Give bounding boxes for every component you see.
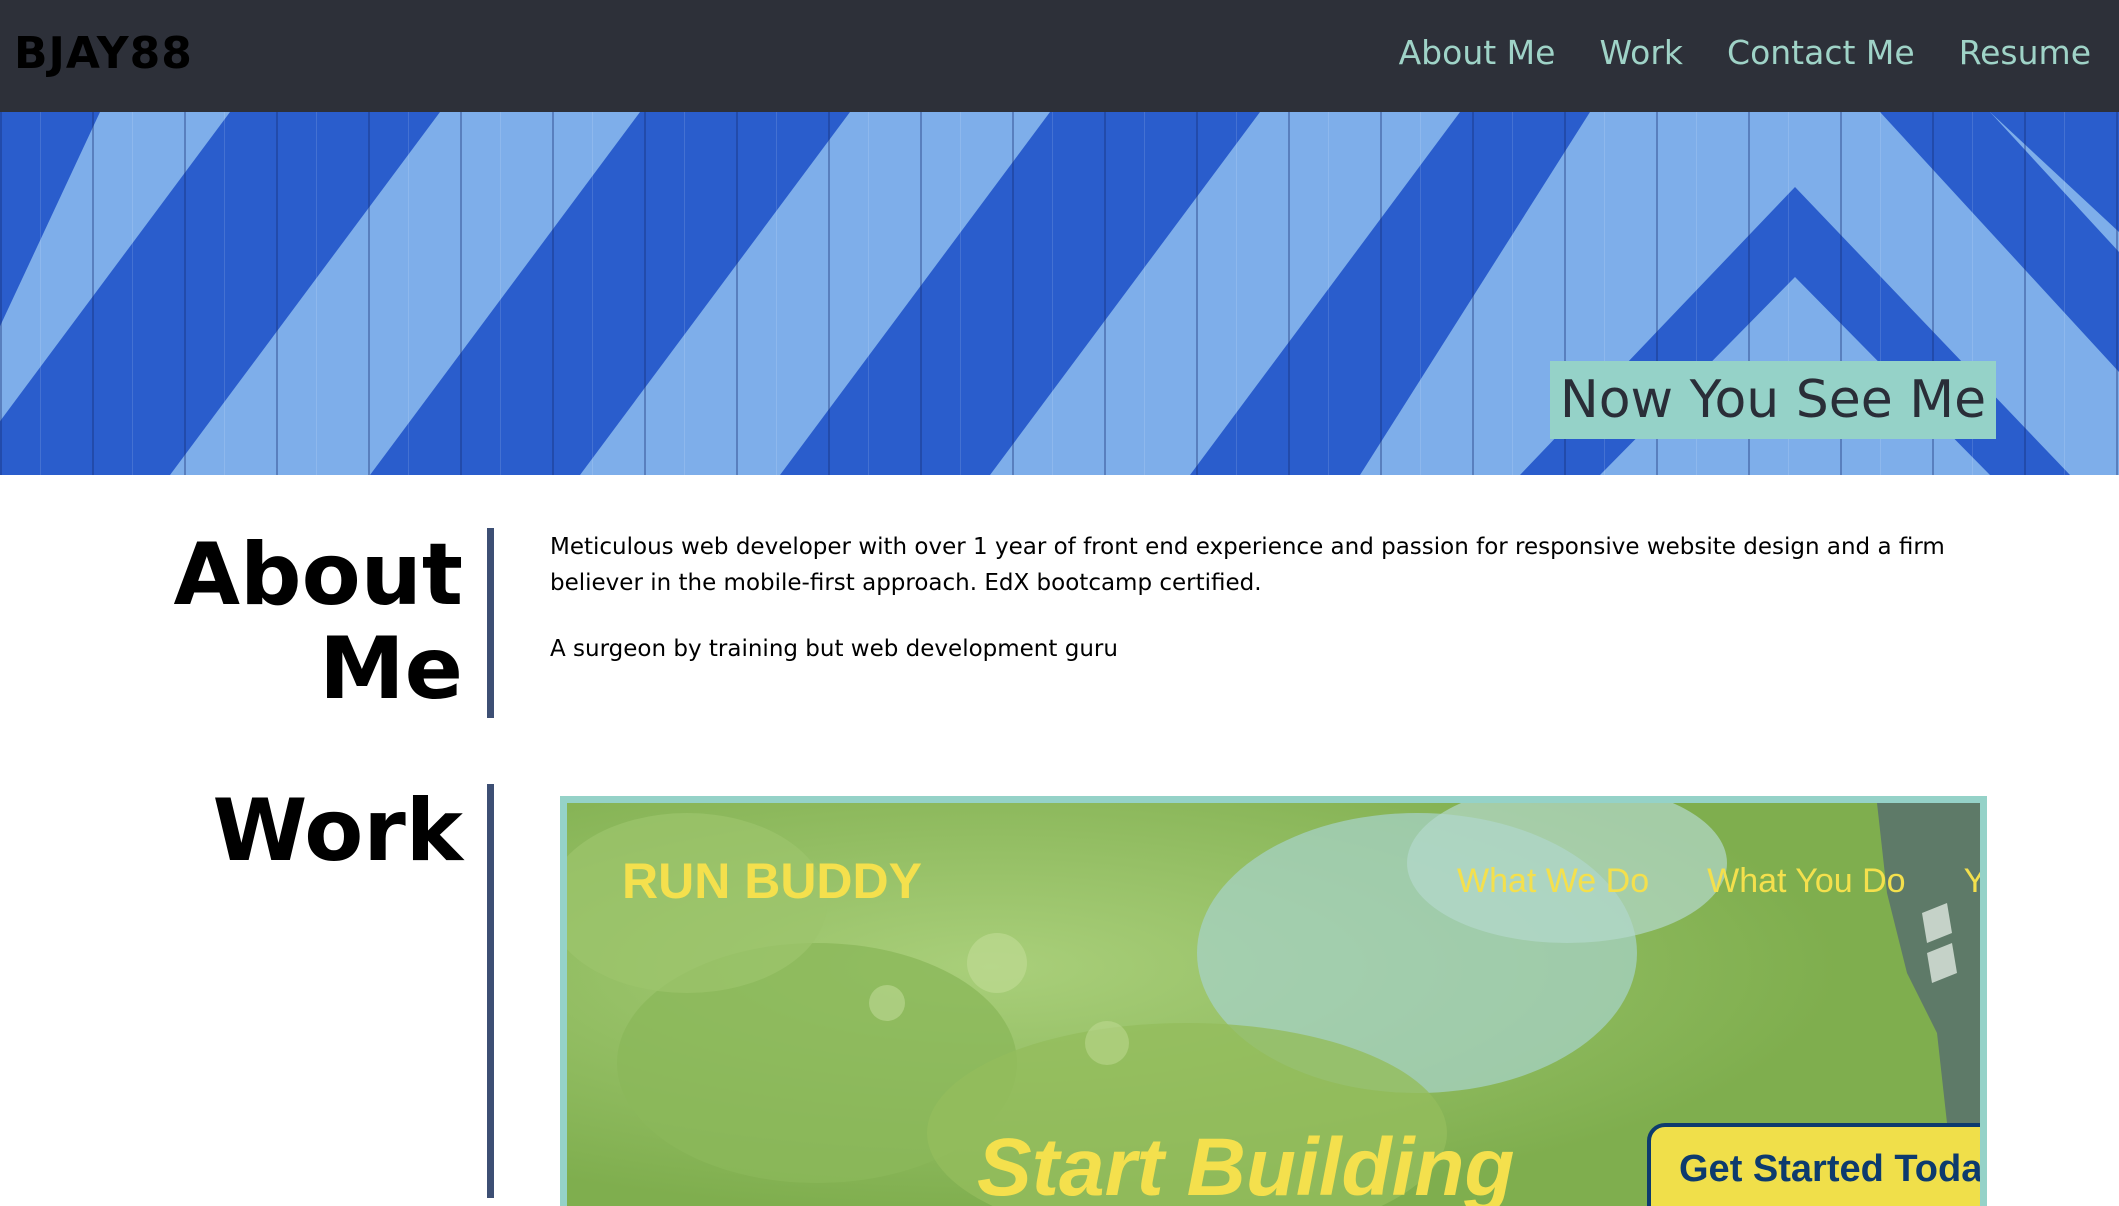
project-card-run-buddy[interactable]: RUN BUDDY What We Do What You Do Yo Star… — [560, 796, 1987, 1206]
nav-contact-me[interactable]: Contact Me — [1727, 28, 1915, 78]
about-heading-line2: Me — [319, 619, 463, 719]
about-divider — [487, 528, 494, 718]
nav-about-me[interactable]: About Me — [1399, 28, 1556, 78]
nav-work[interactable]: Work — [1599, 28, 1683, 78]
project-cta-box: Get Started Today — [1647, 1123, 1987, 1206]
site-header: BJAY88 About Me Work Contact Me Resume — [0, 0, 2119, 112]
work-divider — [487, 784, 494, 1198]
project-nav-what-we-do: What We Do — [1457, 862, 1650, 900]
about-paragraph-2: A surgeon by training but web developmen… — [550, 636, 1118, 662]
project-nav: What We Do What You Do Yo — [1457, 859, 1984, 903]
about-paragraph-1: Meticulous web developer with over 1 yea… — [550, 534, 1945, 596]
project-cta-title: Get Started Today — [1679, 1148, 1987, 1190]
about-heading: About Me — [173, 528, 463, 716]
project-nav-what-you-do: What You Do — [1707, 862, 1906, 900]
hero-banner: Now You See Me — [0, 112, 2119, 475]
about-heading-line1: About — [173, 525, 463, 625]
main-nav: About Me Work Contact Me Resume — [1355, 28, 2091, 78]
project-nav-partial: Yo — [1963, 862, 1984, 900]
hero-title: Now You See Me — [1550, 361, 1996, 439]
site-logo[interactable]: BJAY88 — [14, 26, 193, 82]
project-hero-text: Start Building — [977, 1122, 1515, 1206]
project-brand: RUN BUDDY — [622, 853, 922, 909]
nav-resume[interactable]: Resume — [1959, 28, 2091, 78]
work-heading: Work — [212, 781, 463, 881]
